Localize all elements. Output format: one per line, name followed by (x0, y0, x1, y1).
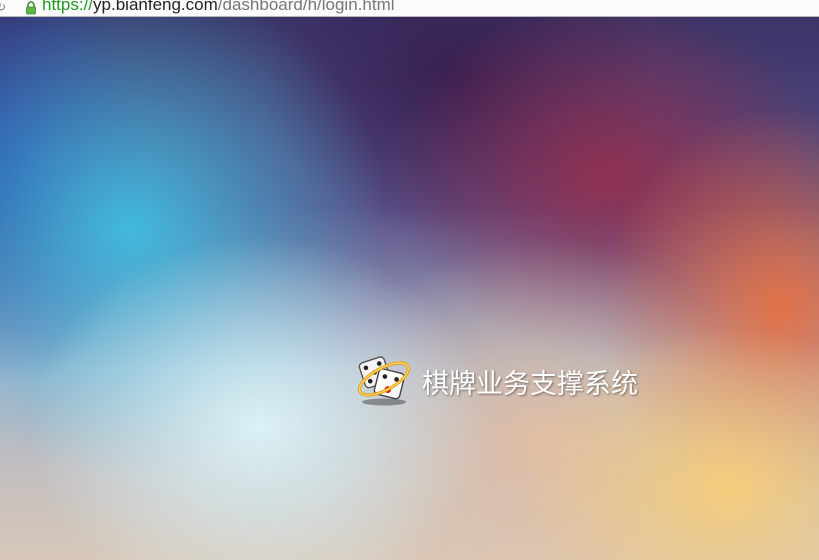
url-path: /dashboard/h/login.html (217, 0, 395, 14)
url-text[interactable]: https://yp.bianfeng.com/dashboard/h/logi… (42, 0, 395, 15)
url-scheme: https:// (42, 0, 94, 14)
address-bar[interactable]: ↻ https://yp.bianfeng.com/dashboard/h/lo… (0, 0, 819, 17)
dice-logo-icon (358, 356, 410, 406)
brand-header: 棋牌业务支撑系统 (354, 349, 684, 409)
login-page-background: 棋牌业务支撑系统 (0, 17, 819, 560)
page-title: 棋牌业务支撑系统 (422, 369, 638, 400)
url-host: yp.bianfeng.com (93, 0, 218, 14)
lock-icon (26, 1, 36, 15)
reload-icon[interactable]: ↻ (0, 1, 6, 13)
